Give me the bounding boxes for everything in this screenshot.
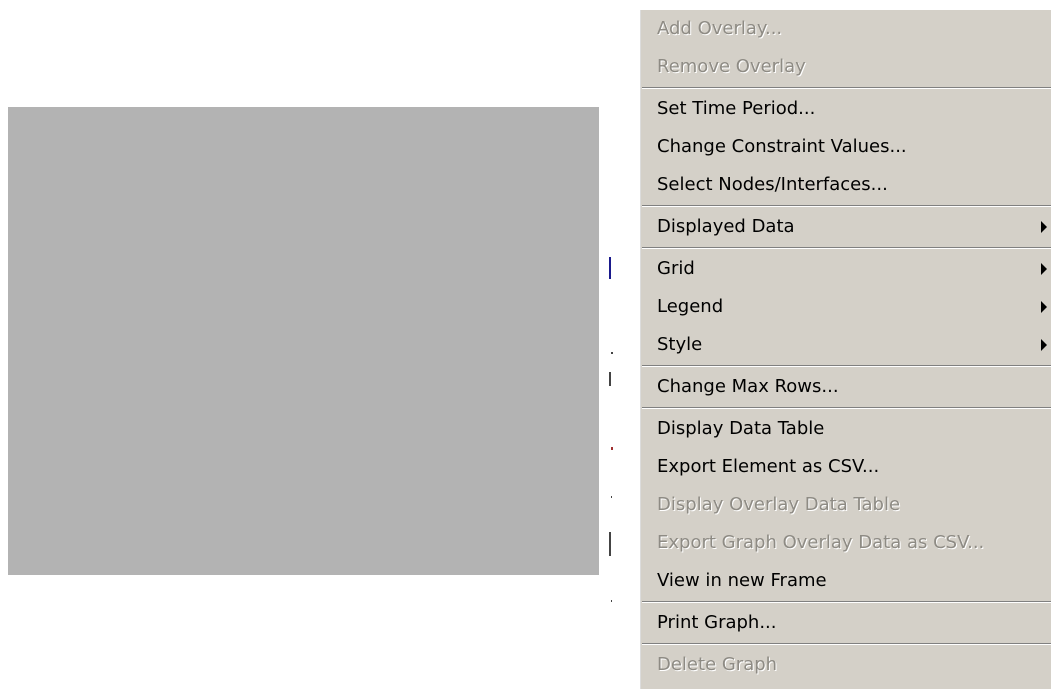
submenu-arrow-icon — [1041, 221, 1047, 233]
graph-area-placeholder — [8, 107, 599, 575]
menu-item-displayed-data[interactable]: Displayed Data — [640, 208, 1051, 246]
menu-item-label: Export Graph Overlay Data as CSV... — [657, 532, 985, 553]
menu-item-legend[interactable]: Legend — [640, 288, 1051, 326]
menu-item-display-data-table[interactable]: Display Data Table — [640, 410, 1051, 448]
menu-item-label: Delete Graph — [657, 654, 778, 675]
menu-item-label: Set Time Period... — [657, 98, 816, 119]
menu-item-label: Change Constraint Values... — [657, 136, 907, 157]
menu-item-label: Style — [657, 334, 703, 355]
menu-item-label: Change Max Rows... — [657, 376, 839, 397]
menu-item-label: Display Overlay Data Table — [657, 494, 901, 515]
graph-edge-mark — [611, 600, 612, 602]
menu-item-export-graph-overlay-data-as-csv[interactable]: Export Graph Overlay Data as CSV... — [640, 524, 1051, 562]
menu-item-add-overlay[interactable]: Add Overlay... — [640, 10, 1051, 48]
menu-item-change-max-rows[interactable]: Change Max Rows... — [640, 368, 1051, 406]
menu-item-label: Grid — [657, 258, 695, 279]
menu-item-export-element-as-csv[interactable]: Export Element as CSV... — [640, 448, 1051, 486]
submenu-arrow-icon — [1041, 301, 1047, 313]
graph-edge-mark — [609, 372, 611, 386]
menu-item-delete-graph[interactable]: Delete Graph — [640, 646, 1051, 684]
menu-item-change-constraint-values[interactable]: Change Constraint Values... — [640, 128, 1051, 166]
menu-item-label: Displayed Data — [657, 216, 795, 237]
menu-item-label: Export Element as CSV... — [657, 456, 880, 477]
graph-edge-mark — [609, 257, 611, 279]
menu-item-set-time-period[interactable]: Set Time Period... — [640, 90, 1051, 128]
menu-item-select-nodes-interfaces[interactable]: Select Nodes/Interfaces... — [640, 166, 1051, 204]
menu-item-label: Display Data Table — [657, 418, 825, 439]
graph-edge-mark — [609, 532, 611, 556]
submenu-arrow-icon — [1041, 339, 1047, 351]
menu-item-display-overlay-data-table[interactable]: Display Overlay Data Table — [640, 486, 1051, 524]
menu-item-label: Print Graph... — [657, 612, 777, 633]
menu-item-label: Remove Overlay — [657, 56, 806, 77]
menu-item-print-graph[interactable]: Print Graph... — [640, 604, 1051, 642]
menu-item-label: Select Nodes/Interfaces... — [657, 174, 888, 195]
graph-edge-mark — [611, 496, 612, 498]
menu-item-label: Add Overlay... — [657, 18, 783, 39]
menu-item-grid[interactable]: Grid — [640, 250, 1051, 288]
menu-item-label: View in new Frame — [657, 570, 827, 591]
menu-item-style[interactable]: Style — [640, 326, 1051, 364]
graph-edge-mark — [611, 352, 613, 354]
menu-item-remove-overlay[interactable]: Remove Overlay — [640, 48, 1051, 86]
graph-context-menu: Add Overlay... Remove Overlay Set Time Per… — [639, 10, 1051, 689]
graph-edge-mark — [611, 447, 613, 450]
submenu-arrow-icon — [1041, 263, 1047, 275]
menu-item-view-in-new-frame[interactable]: View in new Frame — [640, 562, 1051, 600]
menu-item-label: Legend — [657, 296, 724, 317]
screen: Add Overlay... Remove Overlay Set Time Per… — [0, 0, 1051, 689]
